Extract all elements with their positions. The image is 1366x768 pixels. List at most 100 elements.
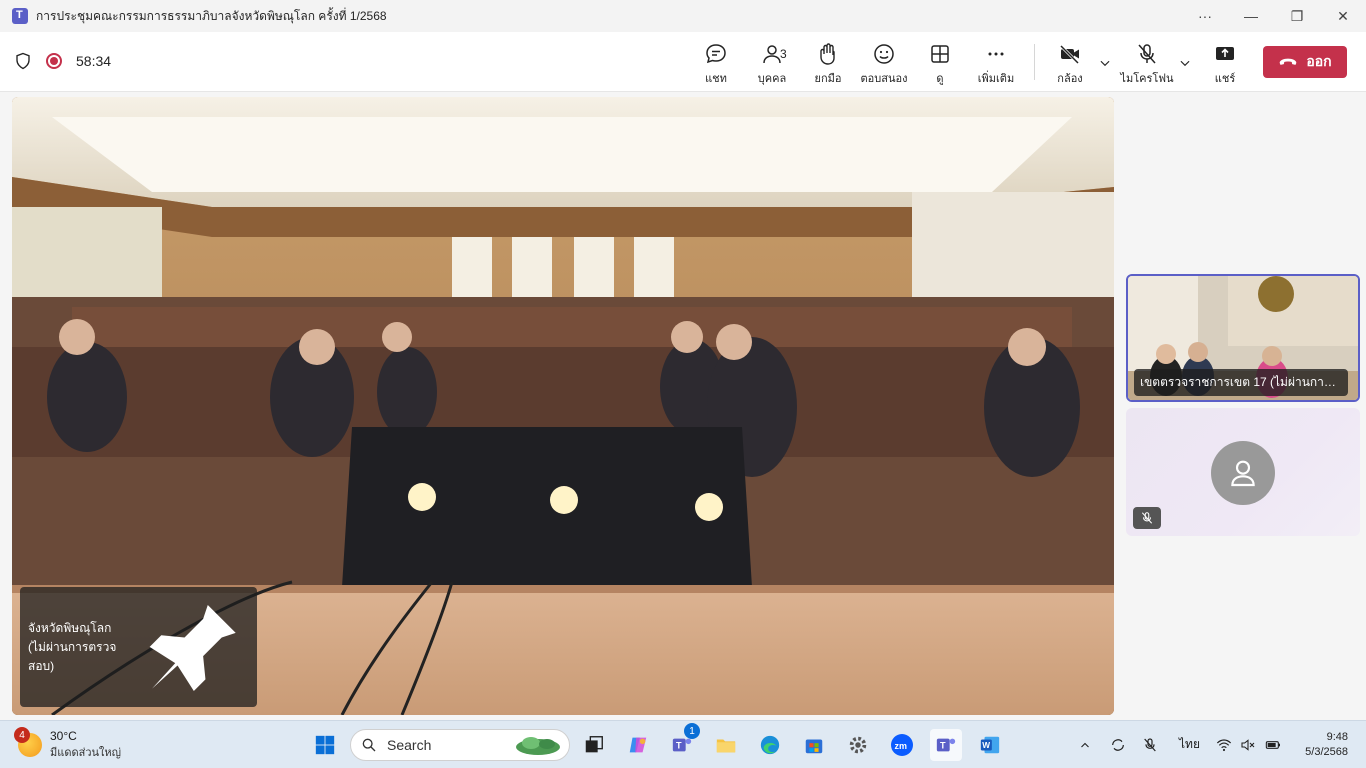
chat-icon	[706, 44, 726, 64]
weather-widget[interactable]: 4 30°C มีแดดส่วนใหญ่	[14, 727, 122, 761]
microphone-button[interactable]: ไมโครโฟน	[1117, 42, 1177, 87]
view-button[interactable]: ดู	[910, 42, 970, 87]
word-icon: W	[980, 736, 1000, 754]
main-participant-name-tag: จังหวัดพิษณุโลก (ไม่ผ่านการตรวจสอบ)	[20, 587, 258, 707]
meeting-timer: 58:34	[76, 53, 112, 69]
pin-icon[interactable]	[138, 591, 250, 703]
task-view-button[interactable]	[578, 729, 610, 761]
zoom-icon: zm	[891, 734, 913, 756]
wifi-icon[interactable]	[1216, 737, 1232, 753]
weather-condition: มีแดดส่วนใหญ่	[50, 747, 122, 759]
word-button[interactable]: W	[974, 729, 1006, 761]
share-label: แชร์	[1214, 73, 1236, 85]
chevron-up-icon[interactable]	[1078, 739, 1092, 751]
hand-icon	[820, 43, 835, 65]
edge-browser-icon	[760, 735, 780, 755]
system-clock[interactable]: 9:48 5/3/2568	[1305, 730, 1348, 760]
hang-up-icon	[1280, 58, 1297, 65]
camera-options-chevron-icon[interactable]	[1098, 56, 1112, 70]
edge-button[interactable]	[754, 729, 786, 761]
input-language[interactable]: ไทย	[1179, 735, 1200, 754]
weather-sun-icon: 4	[14, 727, 42, 757]
participant-tile-no-video[interactable]	[1126, 408, 1360, 536]
teams-logo-icon	[12, 8, 28, 24]
sync-icon[interactable]	[1110, 737, 1126, 753]
meeting-toolbar: 58:34 แชท 3 บุคคล ยกมือ ตอบสนอง ดู เพิ่ม…	[0, 32, 1366, 92]
mic-off-icon	[1138, 44, 1156, 64]
recording-icon	[46, 53, 62, 69]
avatar	[1211, 441, 1275, 505]
taskbar-search[interactable]: Search	[350, 729, 570, 761]
camera-button[interactable]: กล้อง	[1040, 42, 1100, 87]
maximize-button[interactable]: ❐	[1274, 0, 1320, 32]
teams-chat-button[interactable]: T 1	[666, 723, 700, 761]
temperature: 30°C	[50, 729, 77, 743]
share-screen-icon	[1216, 47, 1234, 60]
svg-text:W: W	[982, 741, 990, 750]
raise-hand-button[interactable]: ยกมือ	[798, 42, 858, 87]
svg-text:T: T	[940, 741, 946, 751]
copilot-icon	[629, 737, 647, 753]
more-options-button[interactable]: ···	[1182, 0, 1228, 32]
chat-label: แชท	[705, 73, 727, 85]
file-explorer-button[interactable]	[710, 729, 742, 761]
minimize-button[interactable]: —	[1228, 0, 1274, 32]
gear-icon	[849, 736, 867, 754]
battery-icon[interactable]	[1264, 737, 1282, 753]
person-icon	[1231, 460, 1255, 487]
grid-icon	[931, 45, 949, 63]
main-video-feed[interactable]: จังหวัดพิษณุโลก (ไม่ผ่านการตรวจสอบ)	[12, 97, 1114, 715]
start-button[interactable]	[309, 729, 341, 761]
chat-button[interactable]: แชท	[686, 42, 746, 87]
toolbar-divider	[1034, 44, 1035, 80]
meeting-stage: จังหวัดพิษณุโลก (ไม่ผ่านการตรวจสอบ) เขตต…	[0, 93, 1366, 719]
store-icon	[805, 739, 823, 754]
title-bar: การประชุมคณะกรรมการธรรมาภิบาลจังหวัดพิษณ…	[0, 0, 1366, 32]
raise-hand-label: ยกมือ	[814, 73, 842, 85]
window-title: การประชุมคณะกรรมการธรรมาภิบาลจังหวัดพิษณ…	[36, 8, 387, 23]
mic-options-chevron-icon[interactable]	[1178, 56, 1192, 70]
muted-badge	[1133, 507, 1161, 529]
shield-icon[interactable]	[14, 52, 32, 70]
smiley-icon	[874, 44, 894, 64]
search-icon	[362, 738, 376, 752]
microphone-label: ไมโครโฟน	[1120, 73, 1174, 85]
react-label: ตอบสนอง	[860, 73, 908, 85]
clock-time: 9:48	[1326, 731, 1348, 743]
teams-meeting-button[interactable]: T	[930, 729, 962, 761]
windows-taskbar: 4 30°C มีแดดส่วนใหญ่ Search T 1 zm T W ไ…	[0, 720, 1366, 768]
svg-text:zm: zm	[895, 741, 908, 751]
react-button[interactable]: ตอบสนอง	[854, 42, 914, 87]
people-label: บุคคล	[757, 73, 787, 85]
teams-badge: 1	[684, 723, 700, 739]
share-button[interactable]: แชร์	[1195, 42, 1255, 87]
view-label: ดู	[936, 73, 944, 85]
weather-badge: 4	[14, 727, 30, 743]
leave-label: ออก	[1306, 53, 1332, 69]
search-highlight-icon	[516, 737, 560, 755]
close-button[interactable]: ✕	[1320, 0, 1366, 32]
windows-logo-icon	[315, 735, 335, 755]
zoom-button[interactable]: zm	[886, 729, 918, 761]
camera-label: กล้อง	[1057, 73, 1083, 85]
more-dots-icon	[988, 52, 1004, 56]
leave-button[interactable]: ออก	[1263, 46, 1347, 78]
mic-off-icon	[1144, 738, 1156, 752]
camera-off-icon	[1059, 44, 1080, 65]
volume-muted-icon[interactable]	[1240, 737, 1256, 753]
participant-tile-inspection-zone[interactable]: เขตตรวจราชการเขต 17 (ไม่ผ่านการตรวจสอบ)	[1126, 274, 1360, 402]
svg-text:T: T	[676, 741, 682, 751]
folder-icon	[716, 739, 736, 753]
people-count: 3	[780, 47, 787, 61]
people-button[interactable]: 3 บุคคล	[742, 42, 802, 87]
mic-in-use-button[interactable]	[1134, 729, 1166, 761]
store-button[interactable]	[798, 729, 830, 761]
teams-icon: T	[936, 738, 956, 752]
copilot-button[interactable]	[622, 729, 654, 761]
mic-off-icon	[1141, 512, 1153, 524]
settings-button[interactable]	[842, 729, 874, 761]
more-button[interactable]: เพิ่มเติม	[966, 42, 1026, 87]
task-view-icon	[585, 736, 603, 753]
main-participant-name: จังหวัดพิษณุโลก (ไม่ผ่านการตรวจสอบ)	[28, 620, 117, 673]
more-label: เพิ่มเติม	[977, 73, 1015, 85]
